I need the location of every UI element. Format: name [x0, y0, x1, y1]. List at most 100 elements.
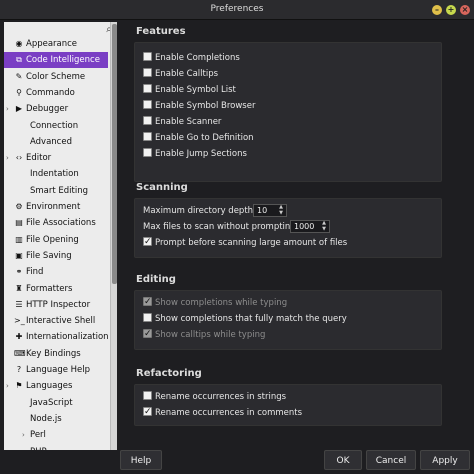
sidebar-item-formatters[interactable]: ♜ Formatters [4, 281, 108, 297]
chevron-right-icon[interactable]: › [6, 150, 14, 166]
max-files-label: Max files to scan without prompting: [143, 222, 299, 232]
code-icon: ⧉ [16, 55, 22, 65]
sidebar-item-label: Debugger [26, 104, 69, 115]
apply-button[interactable]: Apply [420, 450, 470, 470]
max-files-value: 1000 [294, 222, 315, 231]
checkbox-icon[interactable] [143, 235, 152, 249]
sidebar-item-node-js[interactable]: Node.js [4, 411, 108, 427]
help-icon: ? [16, 365, 22, 374]
checkbox-label: Enable Symbol Browser [155, 101, 256, 111]
help-button[interactable]: Help [120, 450, 162, 470]
checkbox-icon[interactable] [143, 84, 152, 93]
max-depth-stepper[interactable]: 10 ▲ ▼ [253, 204, 287, 217]
checkbox-icon[interactable] [143, 405, 152, 419]
rename-occurrences-in-strings-checkbox[interactable]: Rename occurrences in strings [143, 390, 286, 404]
sidebar-item-http-inspector[interactable]: ☰ HTTP Inspector [4, 297, 108, 313]
scanning-heading: Scanning [136, 182, 188, 193]
checkbox-icon[interactable] [143, 52, 152, 61]
sidebar-item-key-bindings[interactable]: ⌨Key Bindings [4, 346, 108, 362]
sidebar-item-label: Smart Editing [30, 185, 89, 196]
close-button[interactable]: × [460, 5, 470, 15]
sidebar-item-commando[interactable]: ⚲ Commando [4, 85, 108, 101]
checkbox-label: Rename occurrences in comments [155, 408, 303, 418]
sidebar-item-languages[interactable]: › ⚑ Languages [4, 378, 108, 394]
checkbox-icon[interactable] [143, 132, 152, 141]
checkbox-icon [143, 327, 152, 341]
sidebar-item-label: Connection [30, 120, 79, 131]
checkbox-icon[interactable] [143, 100, 152, 109]
editing-panel: Show completions while typing Show comple… [134, 290, 442, 350]
sidebar-item-label: JavaScript [30, 397, 73, 408]
sidebar-item-smart-editing[interactable]: Smart Editing [4, 183, 108, 199]
stepper-arrows-icon[interactable]: ▲ ▼ [320, 220, 328, 232]
refactoring-heading: Refactoring [136, 368, 202, 379]
sidebar-item-file-saving[interactable]: ▣ File Saving [4, 248, 108, 264]
enable-completions-checkbox[interactable]: Enable Completions [143, 51, 240, 65]
preferences-sidebar: ◉ Appearance ⧉ Code Intelligence ✎ Color Sche… [4, 22, 117, 450]
sidebar-item-code-intelligence[interactable]: ⧉ Code Intelligence [4, 52, 108, 69]
sidebar-item-environment[interactable]: ⚙ Environment [4, 199, 108, 215]
checkbox-icon[interactable] [143, 68, 152, 77]
terminal-icon: >_ [14, 316, 25, 326]
chevron-right-icon[interactable]: › [6, 378, 14, 394]
maximize-button[interactable]: + [446, 5, 456, 15]
code-brackets-icon: ‹› [15, 153, 23, 163]
sidebar-item-editor[interactable]: › ‹› Editor [4, 150, 108, 166]
sidebar-item-color-scheme[interactable]: ✎ Color Scheme [4, 69, 108, 85]
checkbox-label: Enable Go to Definition [155, 133, 254, 143]
sidebar-item-perl[interactable]: › Perl [4, 427, 108, 443]
editing-heading: Editing [136, 274, 176, 285]
sidebar-item-label: Find [26, 267, 44, 278]
enable-symbol-browser-checkbox[interactable]: Enable Symbol Browser [143, 99, 255, 113]
checkbox-icon[interactable] [143, 116, 152, 125]
sidebar-item-label: Language Help [26, 365, 91, 375]
show-completions-while-typing-checkbox: Show completions while typing [143, 295, 287, 310]
save-icon: ▣ [15, 250, 23, 260]
enable-jump-sections-checkbox[interactable]: Enable Jump Sections [143, 147, 247, 161]
max-files-stepper[interactable]: 1000 ▲ ▼ [290, 220, 330, 233]
sidebar-item-advanced[interactable]: Advanced [4, 134, 108, 150]
sidebar-item-file-opening[interactable]: ▥ File Opening [4, 232, 108, 248]
sidebar-item-find[interactable]: ⚭ Find [4, 264, 108, 280]
enable-scanner-checkbox[interactable]: Enable Scanner [143, 115, 221, 129]
sidebar-item-interactive-shell[interactable]: >_Interactive Shell [4, 313, 108, 329]
prompt-before-scanning-label: Prompt before scanning large amount of f… [155, 238, 348, 248]
checkbox-label: Enable Calltips [155, 69, 219, 79]
cancel-button[interactable]: Cancel [366, 450, 416, 470]
checkbox-label: Show completions that fully match the qu… [155, 314, 347, 324]
sidebar-item-label: Key Bindings [26, 348, 81, 359]
chevron-right-icon[interactable]: › [22, 427, 30, 443]
chevron-right-icon[interactable]: › [6, 101, 14, 117]
stepper-arrows-icon[interactable]: ▲ ▼ [277, 204, 285, 216]
sidebar-item-javascript[interactable]: JavaScript [4, 395, 108, 411]
sidebar-item-appearance[interactable]: ◉ Appearance [4, 36, 108, 52]
features-heading: Features [136, 26, 186, 37]
checkbox-icon[interactable] [143, 391, 152, 400]
ok-button[interactable]: OK [324, 450, 362, 470]
play-icon: ▶ [15, 104, 23, 114]
prompt-before-scanning-checkbox[interactable]: Prompt before scanning large amount of f… [143, 235, 348, 250]
checkbox-label: Rename occurrences in strings [155, 392, 287, 402]
sidebar-item-internationalization[interactable]: ✚ Internationalization [4, 329, 109, 345]
sidebar-item-label: Interactive Shell [26, 316, 96, 327]
sidebar-item-file-associations[interactable]: ▤ File Associations [4, 215, 108, 231]
sidebar-item-connection[interactable]: Connection [4, 118, 108, 134]
file-icon: ▤ [15, 218, 23, 228]
show-completions-that-fully-match-the-query-checkbox[interactable]: Show completions that fully match the qu… [143, 312, 347, 326]
rename-occurrences-in-comments-checkbox[interactable]: Rename occurrences in comments [143, 405, 303, 420]
sidebar-item-language-help[interactable]: ? Language Help [4, 362, 108, 378]
scrollbar-thumb[interactable] [112, 24, 117, 284]
max-depth-value: 10 [257, 206, 268, 215]
sidebar-item-label: Advanced [30, 136, 72, 147]
sidebar-scrollbar[interactable] [110, 22, 117, 450]
sidebar-item-debugger[interactable]: › ▶ Debugger [4, 101, 108, 117]
checkbox-icon[interactable] [143, 313, 152, 322]
enable-calltips-checkbox[interactable]: Enable Calltips [143, 67, 218, 81]
sidebar-item-label: HTTP Inspector [26, 299, 91, 310]
file-open-icon: ▥ [15, 234, 23, 244]
enable-symbol-list-checkbox[interactable]: Enable Symbol List [143, 83, 236, 97]
minimize-button[interactable]: – [432, 5, 442, 15]
checkbox-icon[interactable] [143, 148, 152, 157]
enable-go-to-definition-checkbox[interactable]: Enable Go to Definition [143, 131, 254, 145]
sidebar-item-indentation[interactable]: Indentation [4, 166, 108, 182]
